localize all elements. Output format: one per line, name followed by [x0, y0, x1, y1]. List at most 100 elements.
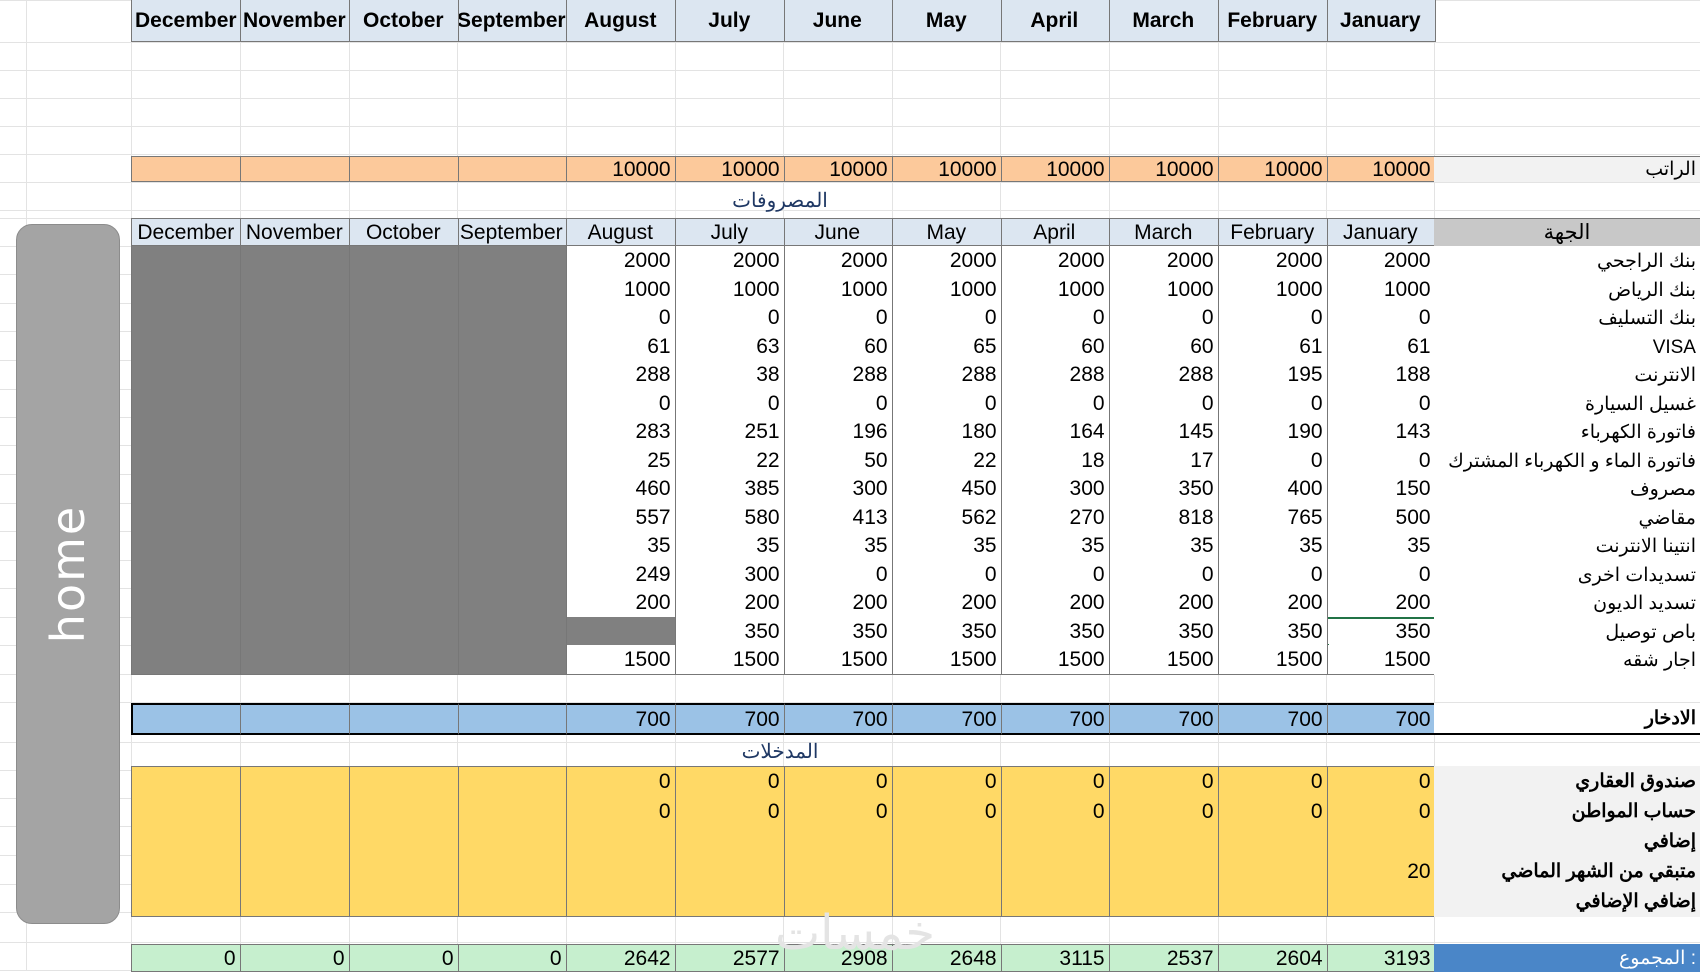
- header-month-december[interactable]: December: [131, 0, 241, 42]
- expense-cell[interactable]: [240, 617, 350, 647]
- expense-cell[interactable]: [131, 332, 241, 362]
- expense-cell[interactable]: [349, 417, 459, 447]
- savings-cell[interactable]: 700: [1000, 703, 1110, 735]
- expense-cell[interactable]: 0: [892, 389, 1002, 419]
- expense-cell[interactable]: 35: [892, 531, 1002, 561]
- expense-cell[interactable]: [457, 645, 567, 675]
- header-month-october[interactable]: October: [349, 0, 459, 42]
- expense-cell[interactable]: 1500: [892, 645, 1002, 675]
- income-cell[interactable]: [1326, 886, 1436, 917]
- expenses-header-december[interactable]: December: [131, 218, 241, 246]
- income-cell[interactable]: [892, 856, 1002, 887]
- expense-cell[interactable]: 300: [783, 474, 893, 504]
- income-cell[interactable]: [1000, 826, 1110, 857]
- expense-cell[interactable]: [131, 303, 241, 333]
- salary-cell[interactable]: 10000: [1218, 156, 1328, 182]
- expense-cell[interactable]: [240, 474, 350, 504]
- expenses-header-june[interactable]: June: [783, 218, 893, 246]
- expense-cell[interactable]: [457, 617, 567, 647]
- expense-cell[interactable]: 288: [892, 360, 1002, 390]
- expense-cell[interactable]: 350: [783, 617, 893, 647]
- expense-cell[interactable]: 0: [1000, 303, 1110, 333]
- expense-cell[interactable]: 2000: [783, 246, 893, 276]
- income-cell[interactable]: [131, 856, 241, 887]
- income-cell[interactable]: 0: [1326, 766, 1436, 797]
- savings-cell[interactable]: 700: [566, 703, 676, 735]
- income-cell[interactable]: 0: [892, 796, 1002, 827]
- savings-cell[interactable]: 700: [675, 703, 785, 735]
- expense-cell[interactable]: 60: [783, 332, 893, 362]
- expense-cell[interactable]: 164: [1000, 417, 1110, 447]
- expense-cell[interactable]: 35: [566, 531, 676, 561]
- income-cell[interactable]: [131, 886, 241, 917]
- expense-cell[interactable]: 0: [566, 303, 676, 333]
- expense-cell[interactable]: 0: [1326, 389, 1436, 419]
- expense-cell[interactable]: 1500: [566, 645, 676, 675]
- expense-cell[interactable]: 385: [675, 474, 785, 504]
- expense-cell[interactable]: [349, 303, 459, 333]
- income-cell[interactable]: [349, 766, 459, 797]
- income-cell[interactable]: [566, 826, 676, 857]
- expense-cell[interactable]: 2000: [1326, 246, 1436, 276]
- total-cell[interactable]: 3115: [1000, 944, 1110, 972]
- savings-cell[interactable]: [457, 703, 567, 735]
- income-cell[interactable]: [240, 856, 350, 887]
- expense-cell[interactable]: 150: [1326, 474, 1436, 504]
- expense-cell[interactable]: [349, 645, 459, 675]
- expense-cell[interactable]: 0: [1000, 560, 1110, 590]
- income-cell[interactable]: [131, 796, 241, 827]
- expense-cell[interactable]: [240, 360, 350, 390]
- savings-cell[interactable]: 700: [1109, 703, 1219, 735]
- expense-cell[interactable]: [457, 417, 567, 447]
- salary-cell[interactable]: 10000: [1109, 156, 1219, 182]
- income-cell[interactable]: [131, 766, 241, 797]
- spreadsheet-grid[interactable]: January February March April May June July Augu…: [0, 0, 1700, 972]
- expenses-header-april[interactable]: April: [1000, 218, 1110, 246]
- income-cell[interactable]: 0: [1109, 796, 1219, 827]
- income-cell[interactable]: [349, 826, 459, 857]
- expense-cell[interactable]: 200: [892, 588, 1002, 618]
- expense-cell[interactable]: 1500: [675, 645, 785, 675]
- expense-cell[interactable]: 0: [892, 303, 1002, 333]
- income-cell[interactable]: [457, 766, 567, 797]
- expense-cell[interactable]: [457, 531, 567, 561]
- expense-cell[interactable]: [240, 275, 350, 305]
- expense-cell[interactable]: 2000: [1218, 246, 1328, 276]
- expense-cell[interactable]: 300: [675, 560, 785, 590]
- expense-cell[interactable]: 35: [1326, 531, 1436, 561]
- expense-cell[interactable]: 413: [783, 503, 893, 533]
- expense-cell[interactable]: [240, 531, 350, 561]
- expense-cell[interactable]: 350: [1218, 617, 1328, 647]
- salary-cell[interactable]: [457, 156, 567, 182]
- income-cell[interactable]: [1109, 886, 1219, 917]
- expense-cell[interactable]: 200: [783, 588, 893, 618]
- income-cell[interactable]: [349, 796, 459, 827]
- expense-cell[interactable]: 0: [1109, 303, 1219, 333]
- income-cell[interactable]: [783, 856, 893, 887]
- expense-cell[interactable]: 200: [675, 588, 785, 618]
- expense-cell[interactable]: [240, 560, 350, 590]
- expense-cell[interactable]: 38: [675, 360, 785, 390]
- total-cell[interactable]: 2604: [1218, 944, 1328, 972]
- expense-cell[interactable]: 60: [1109, 332, 1219, 362]
- expense-cell[interactable]: [457, 588, 567, 618]
- expense-cell[interactable]: 562: [892, 503, 1002, 533]
- expense-cell[interactable]: 1000: [1218, 275, 1328, 305]
- expense-cell[interactable]: [349, 617, 459, 647]
- header-month-april[interactable]: April: [1000, 0, 1110, 42]
- expense-cell[interactable]: 195: [1218, 360, 1328, 390]
- expense-cell[interactable]: 61: [566, 332, 676, 362]
- savings-cell[interactable]: 700: [783, 703, 893, 735]
- expense-cell[interactable]: 0: [675, 389, 785, 419]
- expenses-header-october[interactable]: October: [349, 218, 459, 246]
- expense-cell[interactable]: 60: [1000, 332, 1110, 362]
- expense-cell[interactable]: 1000: [1000, 275, 1110, 305]
- salary-cell[interactable]: 10000: [783, 156, 893, 182]
- header-month-july[interactable]: July: [675, 0, 785, 42]
- expense-cell[interactable]: 2000: [1109, 246, 1219, 276]
- expense-cell[interactable]: 0: [783, 560, 893, 590]
- income-cell[interactable]: 0: [783, 796, 893, 827]
- expense-cell[interactable]: 288: [566, 360, 676, 390]
- income-cell[interactable]: [131, 826, 241, 857]
- expenses-header-september[interactable]: September: [457, 218, 567, 246]
